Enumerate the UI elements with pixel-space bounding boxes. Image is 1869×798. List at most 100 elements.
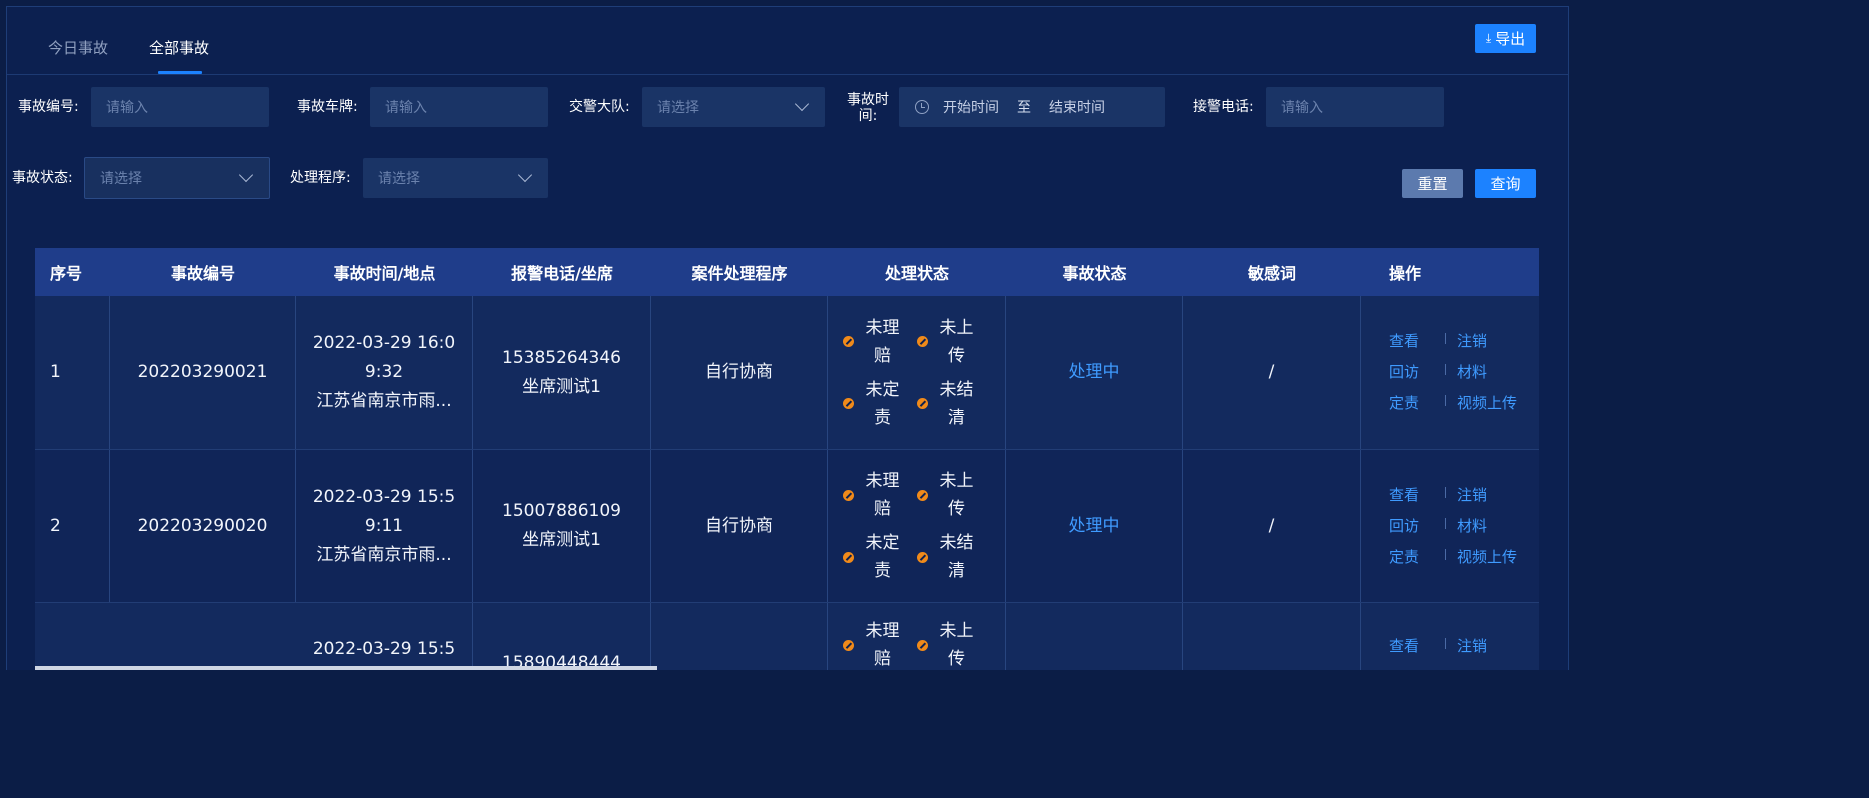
pending-icon	[842, 489, 854, 501]
handle-status-cell: 未理赔 未上传 未定责 未结清	[828, 450, 1006, 602]
pending-icon	[916, 639, 928, 651]
pending-icon	[916, 551, 928, 563]
view-link[interactable]: 查看	[1389, 330, 1445, 353]
row-index: 2	[35, 450, 110, 602]
table-header: 序号 事故编号 事故时间/地点 报警电话/坐席 案件处理程序 处理状态 事故状态…	[35, 248, 1539, 296]
handle-status-cell: 未理赔 未上传 未定责 未结清	[828, 296, 1006, 449]
procedure-cell	[651, 603, 828, 670]
handle-status-cell: 未理赔 未上传	[828, 603, 1006, 670]
accident-status-link[interactable]: 处理中	[1069, 512, 1120, 541]
table-row: 1 202203290021 2022-03-29 16:0 9:32 江苏省南京市…	[35, 296, 1539, 450]
tab-divider	[7, 74, 1568, 75]
sensitive-word-cell: /	[1183, 450, 1361, 602]
export-button[interactable]: ⤓ 导出	[1475, 24, 1536, 53]
time-place-cell: 2022-03-29 16:0 9:32 江苏省南京市雨...	[296, 296, 473, 449]
actions-cell: 查看 注销	[1361, 603, 1539, 670]
accident-no-label: 事故编号:	[18, 99, 79, 115]
phone-input[interactable]: 请输入	[1266, 87, 1444, 127]
accident-no-cell: 202203290021	[110, 296, 296, 449]
accident-table: 序号 事故编号 事故时间/地点 报警电话/坐席 案件处理程序 处理状态 事故状态…	[35, 248, 1539, 670]
cancel-link[interactable]: 注销	[1445, 484, 1535, 507]
assign-liability-link[interactable]: 定责	[1389, 392, 1445, 415]
materials-link[interactable]: 材料	[1445, 361, 1535, 384]
query-button[interactable]: 查询	[1475, 169, 1536, 198]
sensitive-word-cell: /	[1183, 296, 1361, 449]
accident-no-cell: 202203290020	[110, 450, 296, 602]
phone-seat-cell: 15890448444	[473, 603, 651, 670]
column-header: 操作	[1389, 264, 1422, 283]
table-row: 2 202203290020 2022-03-29 15:5 9:11 江苏省南京市…	[35, 450, 1539, 603]
status-item: 未理赔	[842, 314, 917, 370]
video-upload-link[interactable]: 视频上传	[1445, 546, 1535, 569]
time-place-cell: 2022-03-29 15:5 9:11 江苏省南京市雨...	[296, 450, 473, 602]
tab-all-accidents[interactable]: 全部事故	[149, 37, 209, 58]
actions-cell: 查看 注销 回访 材料 定责 视频上传	[1361, 296, 1539, 449]
download-icon: ⤓	[1485, 31, 1492, 45]
pending-icon	[842, 336, 854, 347]
status-item: 未定责	[842, 376, 917, 432]
pending-icon	[842, 398, 854, 409]
sensitive-word-cell	[1183, 603, 1361, 670]
assign-liability-link[interactable]: 定责	[1389, 546, 1445, 569]
status-item: 未结清	[916, 376, 991, 432]
accident-status-cell	[1006, 603, 1183, 670]
range-separator: 至	[1017, 100, 1031, 116]
revisit-link[interactable]: 回访	[1389, 515, 1445, 538]
pending-icon	[916, 398, 928, 409]
pending-icon	[842, 551, 854, 563]
plate-input[interactable]: 请输入	[370, 87, 548, 127]
accident-status-cell: 处理中	[1006, 296, 1183, 449]
cancel-link[interactable]: 注销	[1445, 635, 1535, 658]
row-index: 1	[35, 296, 110, 449]
column-header: 序号	[50, 264, 83, 283]
clock-icon	[915, 100, 929, 114]
police-team-select[interactable]: 请选择	[642, 87, 825, 127]
pending-icon	[842, 639, 854, 651]
procedure-label: 处理程序:	[290, 170, 351, 186]
plate-label: 事故车牌:	[297, 99, 358, 115]
cancel-link[interactable]: 注销	[1445, 330, 1535, 353]
actions-cell: 查看 注销 回访 材料 定责 视频上传	[1361, 450, 1539, 602]
column-header: 事故状态	[1062, 264, 1127, 283]
accident-no-input[interactable]: 请输入	[91, 87, 269, 127]
accident-status-cell: 处理中	[1006, 450, 1183, 602]
procedure-cell: 自行协商	[651, 296, 828, 449]
materials-link[interactable]: 材料	[1445, 515, 1535, 538]
chevron-down-icon	[794, 96, 810, 112]
column-header: 处理状态	[884, 264, 949, 283]
accident-status-label: 事故状态:	[12, 170, 73, 186]
pending-icon	[916, 336, 928, 347]
view-link[interactable]: 查看	[1389, 484, 1445, 507]
procedure-cell: 自行协商	[651, 450, 828, 602]
accident-status-link[interactable]: 处理中	[1069, 358, 1120, 387]
start-time-input[interactable]: 开始时间	[943, 97, 999, 117]
column-header: 事故编号	[170, 264, 235, 283]
procedure-select[interactable]: 请选择	[363, 158, 548, 198]
reset-button[interactable]: 重置	[1402, 169, 1463, 198]
column-header: 敏感词	[1247, 264, 1296, 283]
chevron-down-icon	[238, 167, 254, 183]
column-header: 报警电话/坐席	[511, 264, 613, 283]
phone-seat-cell: 15385264346 坐席测试1	[473, 296, 651, 449]
accident-time-range[interactable]: 开始时间 至 结束时间	[899, 87, 1165, 127]
phone-seat-cell: 15007886109 坐席测试1	[473, 450, 651, 602]
end-time-input[interactable]: 结束时间	[1049, 97, 1105, 117]
status-item: 未理赔	[842, 467, 917, 523]
table-row: 2022-03-29 15:5 15890448444 未理赔 未上传 查看 注…	[35, 603, 1539, 670]
pending-icon	[916, 489, 928, 501]
police-team-label: 交警大队:	[569, 99, 630, 115]
status-item: 未上传	[916, 314, 991, 370]
video-upload-link[interactable]: 视频上传	[1445, 392, 1535, 415]
tab-today-accidents[interactable]: 今日事故	[48, 37, 108, 58]
accident-time-label: 事故时间:	[847, 92, 889, 124]
main-panel: 今日事故 全部事故 ⤓ 导出 事故编号: 请输入 事故车牌: 请输入 交警大队:…	[6, 6, 1569, 670]
revisit-link[interactable]: 回访	[1389, 361, 1445, 384]
accident-status-select[interactable]: 请选择	[84, 157, 270, 199]
status-item: 未理赔	[842, 617, 917, 670]
chevron-down-icon	[517, 167, 533, 183]
status-item: 未结清	[916, 529, 991, 585]
horizontal-scrollbar[interactable]	[35, 666, 657, 670]
status-item: 未上传	[916, 617, 991, 670]
column-header: 事故时间/地点	[333, 264, 436, 283]
view-link[interactable]: 查看	[1389, 635, 1445, 658]
